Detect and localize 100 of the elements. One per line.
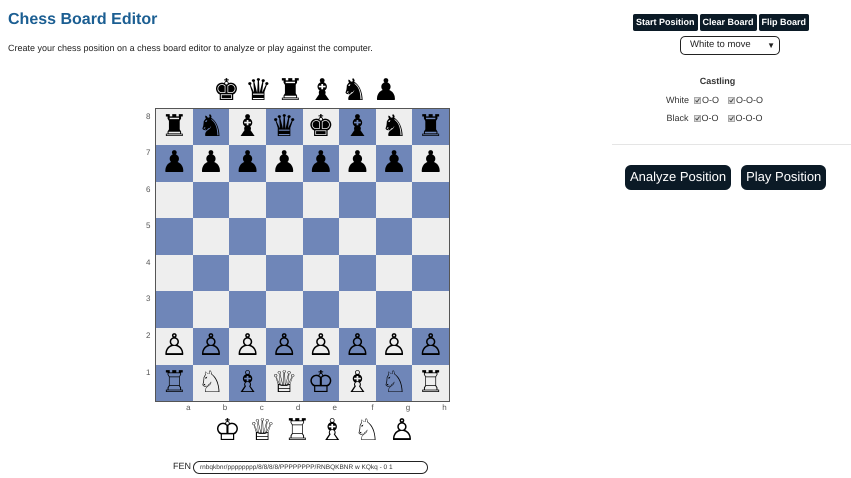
chess-piece[interactable]: ♜ [160, 112, 188, 142]
chess-piece[interactable]: ♟ [344, 148, 371, 178]
board-square[interactable]: ♜ [412, 108, 449, 146]
board-square[interactable] [376, 291, 412, 328]
chess-piece[interactable]: ♛ [244, 76, 272, 106]
chess-piece[interactable]: ♟ [197, 148, 224, 178]
castling-option[interactable]: O-O-O [728, 94, 763, 107]
chess-piece[interactable]: ♗ [318, 416, 346, 446]
chess-piece[interactable]: ♜ [417, 112, 444, 142]
chess-piece[interactable]: ♞ [340, 76, 368, 106]
board-square[interactable]: ♙ [156, 328, 193, 365]
castling-option[interactable]: O-O-O [728, 112, 762, 126]
chess-piece[interactable]: ♚ [213, 76, 240, 106]
toolbar-button[interactable]: Flip Board [758, 14, 810, 31]
board-square[interactable] [302, 291, 340, 328]
board-square[interactable] [339, 182, 376, 218]
board-square[interactable]: ♙ [412, 328, 449, 365]
board-square[interactable] [229, 254, 266, 292]
board-square[interactable] [229, 182, 266, 218]
board-square[interactable]: ♗ [229, 364, 266, 402]
chess-piece[interactable]: ♗ [344, 368, 371, 398]
board-square[interactable]: ♘ [376, 364, 412, 402]
chess-piece[interactable]: ♞ [380, 112, 408, 142]
board-square[interactable]: ♙ [192, 328, 230, 365]
board-square[interactable]: ♛ [266, 108, 302, 146]
chess-piece[interactable]: ♟ [307, 148, 334, 178]
board-square[interactable]: ♙ [302, 328, 340, 365]
board-square[interactable]: ♖ [156, 364, 193, 402]
chess-piece[interactable]: ♝ [234, 112, 262, 142]
board-square[interactable]: ♟ [339, 145, 376, 182]
chess-piece[interactable]: ♙ [234, 331, 262, 362]
chess-piece[interactable]: ♚ [307, 112, 334, 142]
board-square[interactable] [156, 254, 193, 292]
board-square[interactable]: ♙ [266, 328, 302, 365]
board-square[interactable]: ♙ [376, 328, 412, 365]
chess-piece[interactable]: ♙ [380, 331, 408, 362]
board-square[interactable] [376, 182, 412, 218]
chess-piece[interactable]: ♙ [160, 331, 188, 362]
board-square[interactable] [412, 182, 449, 218]
board-square[interactable]: ♟ [376, 145, 412, 182]
chess-piece[interactable]: ♛ [270, 112, 298, 142]
chess-piece[interactable]: ♖ [284, 416, 311, 446]
chess-piece[interactable]: ♝ [308, 76, 336, 106]
board-square[interactable] [266, 254, 302, 292]
chess-piece[interactable]: ♘ [380, 368, 408, 398]
chess-piece[interactable]: ♙ [344, 331, 371, 362]
chess-piece[interactable]: ♙ [307, 331, 334, 362]
board-square[interactable] [302, 218, 340, 255]
board-square[interactable]: ♚ [302, 108, 340, 146]
chess-piece[interactable]: ♝ [344, 112, 371, 142]
chess-piece[interactable]: ♙ [417, 331, 444, 362]
board-square[interactable] [302, 182, 340, 218]
chess-piece[interactable]: ♗ [234, 368, 262, 398]
board-square[interactable] [412, 254, 449, 292]
board-square[interactable]: ♟ [156, 145, 193, 182]
action-button[interactable]: Play Position [741, 164, 826, 190]
chess-piece[interactable]: ♟ [417, 148, 444, 178]
toolbar-button[interactable]: Clear Board [700, 14, 757, 31]
board-square[interactable] [192, 218, 230, 255]
chess-piece[interactable]: ♕ [270, 368, 298, 398]
chess-piece[interactable]: ♟ [380, 148, 408, 178]
board-square[interactable] [266, 182, 302, 218]
chess-piece[interactable]: ♜ [276, 76, 304, 106]
chess-piece[interactable]: ♙ [197, 331, 224, 362]
board-square[interactable] [339, 254, 376, 292]
board-square[interactable]: ♘ [192, 364, 230, 402]
castling-option[interactable]: O-O [694, 94, 719, 107]
action-button[interactable]: Analyze Position [625, 164, 732, 190]
board-square[interactable] [376, 218, 412, 255]
chess-piece[interactable]: ♟ [270, 148, 298, 178]
chess-piece[interactable]: ♙ [388, 416, 416, 446]
board-square[interactable]: ♝ [229, 108, 266, 146]
chess-piece[interactable]: ♔ [307, 368, 334, 398]
chess-piece[interactable]: ♘ [197, 368, 224, 398]
board-square[interactable]: ♞ [192, 108, 230, 146]
castling-option[interactable]: O-O [694, 112, 718, 126]
side-to-move-select[interactable]: White to move ▼ [680, 36, 780, 55]
chess-piece[interactable]: ♙ [270, 331, 298, 362]
board-square[interactable]: ♟ [266, 145, 302, 182]
board-square[interactable] [376, 254, 412, 292]
board-square[interactable]: ♙ [229, 328, 266, 365]
chess-piece[interactable]: ♕ [248, 416, 276, 446]
board-square[interactable]: ♟ [412, 145, 449, 182]
board-square[interactable]: ♔ [302, 364, 340, 402]
chess-piece[interactable]: ♘ [354, 416, 381, 446]
board-square[interactable] [156, 182, 193, 218]
board-square[interactable]: ♞ [376, 108, 412, 146]
checkbox[interactable] [694, 96, 701, 104]
board-square[interactable]: ♟ [192, 145, 230, 182]
board-square[interactable]: ♙ [339, 328, 376, 365]
board-square[interactable]: ♝ [339, 108, 376, 146]
board-square[interactable]: ♖ [412, 364, 449, 402]
checkbox[interactable] [728, 96, 735, 104]
board-square[interactable] [266, 291, 302, 328]
board-square[interactable]: ♕ [266, 364, 302, 402]
chess-piece[interactable]: ♞ [197, 112, 224, 142]
board-square[interactable]: ♟ [302, 145, 340, 182]
chess-piece[interactable]: ♖ [417, 368, 444, 398]
chess-piece[interactable]: ♟ [160, 148, 188, 178]
board-square[interactable]: ♜ [156, 108, 193, 146]
